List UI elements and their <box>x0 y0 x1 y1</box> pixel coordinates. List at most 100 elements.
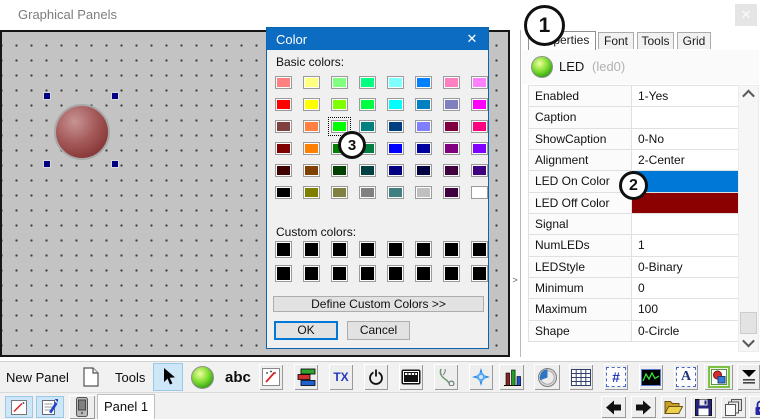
save-button[interactable] <box>691 396 716 418</box>
scrollbar[interactable] <box>738 85 759 352</box>
color-swatch[interactable] <box>275 76 292 89</box>
star-tool-button[interactable] <box>469 364 493 390</box>
forward-button[interactable] <box>631 396 656 418</box>
back-button[interactable] <box>601 396 626 418</box>
color-swatch[interactable] <box>387 142 404 155</box>
color-swatch[interactable] <box>275 164 292 177</box>
color-swatch[interactable] <box>331 186 348 199</box>
property-value[interactable] <box>632 107 738 127</box>
color-swatch[interactable] <box>275 98 292 111</box>
lock-button[interactable] <box>749 396 760 418</box>
new-document-button[interactable] <box>78 364 104 390</box>
color-swatch[interactable] <box>331 164 348 177</box>
color-swatch[interactable] <box>415 98 432 111</box>
color-swatch-selected[interactable] <box>331 120 348 133</box>
color-swatch[interactable] <box>359 98 376 111</box>
scope-tool-button[interactable] <box>639 364 663 390</box>
scroll-up-button[interactable] <box>739 86 758 103</box>
properties-view-button[interactable] <box>36 396 64 418</box>
tools-menu[interactable]: Tools <box>115 370 145 385</box>
custom-color-swatch[interactable] <box>331 241 348 258</box>
color-swatch[interactable] <box>387 164 404 177</box>
gauge-tool-button[interactable] <box>259 364 283 390</box>
custom-color-swatch[interactable] <box>471 265 488 282</box>
color-swatch[interactable] <box>275 120 292 133</box>
property-value[interactable]: 0-Circle <box>632 321 738 341</box>
selection-handle[interactable] <box>43 92 51 100</box>
property-row[interactable]: LEDStyle0-Binary <box>529 257 738 278</box>
copy-pages-button[interactable] <box>721 396 746 418</box>
color-swatch[interactable] <box>303 186 320 199</box>
dialog-close-icon[interactable]: ✕ <box>464 31 480 47</box>
bar-chart-tool-button[interactable] <box>499 364 524 390</box>
display-tool-button[interactable] <box>399 364 423 390</box>
color-swatch[interactable] <box>471 120 488 133</box>
color-swatch[interactable] <box>303 142 320 155</box>
custom-color-swatch[interactable] <box>443 241 460 258</box>
text-variable-tool-button[interactable]: TX <box>329 364 353 390</box>
ok-button[interactable]: OK <box>274 321 338 340</box>
custom-color-swatch[interactable] <box>387 265 404 282</box>
dialog-title-bar[interactable]: Color ✕ <box>267 28 488 50</box>
property-row[interactable]: Signal <box>529 214 738 235</box>
selection-handle[interactable] <box>111 92 119 100</box>
panel-tab[interactable]: Panel 1 <box>97 394 155 419</box>
property-row[interactable]: Enabled1-Yes <box>529 86 738 107</box>
tab-font[interactable]: Font <box>598 32 634 49</box>
color-swatch[interactable] <box>471 164 488 177</box>
tab-tools[interactable]: Tools <box>637 32 674 49</box>
property-color-value[interactable] <box>632 171 738 191</box>
selection-handle[interactable] <box>43 160 51 168</box>
custom-color-swatch[interactable] <box>387 241 404 258</box>
scroll-down-button[interactable] <box>739 334 758 351</box>
property-row[interactable]: Minimum0 <box>529 278 738 299</box>
color-swatch[interactable] <box>471 186 488 199</box>
color-swatch[interactable] <box>303 98 320 111</box>
pie-meter-tool-button[interactable] <box>534 364 560 390</box>
color-swatch[interactable] <box>303 120 320 133</box>
led-tool-button[interactable] <box>188 364 216 390</box>
color-swatch[interactable] <box>415 120 432 133</box>
label-tool-button[interactable]: A <box>674 364 698 390</box>
table-tool-button[interactable] <box>569 364 593 390</box>
power-tool-button[interactable] <box>364 364 388 390</box>
property-value[interactable]: 1-Yes <box>632 86 738 106</box>
color-swatch[interactable] <box>415 142 432 155</box>
property-row[interactable]: ShowCaption0-No <box>529 129 738 150</box>
custom-color-swatch[interactable] <box>415 265 432 282</box>
stacked-bars-tool-button[interactable] <box>294 364 318 390</box>
property-row[interactable]: Caption <box>529 107 738 128</box>
color-swatch[interactable] <box>443 142 460 155</box>
list-dropdown-tool-button[interactable] <box>737 364 760 390</box>
property-value[interactable]: 0-No <box>632 129 738 149</box>
property-value[interactable]: 0-Binary <box>632 257 738 277</box>
color-swatch[interactable] <box>359 120 376 133</box>
property-row[interactable]: NumLEDs1 <box>529 235 738 256</box>
probe-tool-button[interactable] <box>434 364 458 390</box>
property-value[interactable]: 0 <box>632 278 738 298</box>
shapes-tool-button[interactable] <box>704 364 733 390</box>
define-custom-colors-button[interactable]: Define Custom Colors >> <box>273 296 484 312</box>
color-swatch[interactable] <box>471 76 488 89</box>
cancel-button[interactable]: Cancel <box>347 321 410 340</box>
color-swatch[interactable] <box>471 142 488 155</box>
led-widget[interactable] <box>54 104 110 160</box>
color-swatch[interactable] <box>303 164 320 177</box>
pointer-tool-button[interactable] <box>153 363 183 391</box>
property-row[interactable]: Maximum100 <box>529 299 738 320</box>
color-swatch[interactable] <box>359 186 376 199</box>
color-swatch[interactable] <box>415 76 432 89</box>
property-color-value[interactable] <box>632 193 738 213</box>
color-swatch[interactable] <box>443 186 460 199</box>
color-swatch[interactable] <box>471 98 488 111</box>
color-swatch[interactable] <box>387 98 404 111</box>
color-swatch[interactable] <box>387 120 404 133</box>
new-panel-menu[interactable]: New Panel <box>6 370 69 385</box>
abc-label-tool[interactable]: abc <box>225 369 251 386</box>
color-swatch[interactable] <box>387 76 404 89</box>
custom-color-swatch[interactable] <box>275 241 292 258</box>
custom-color-swatch[interactable] <box>275 265 292 282</box>
custom-color-swatch[interactable] <box>359 241 376 258</box>
property-value[interactable]: 100 <box>632 299 738 319</box>
panel-collapse-button[interactable]: > <box>510 272 520 288</box>
